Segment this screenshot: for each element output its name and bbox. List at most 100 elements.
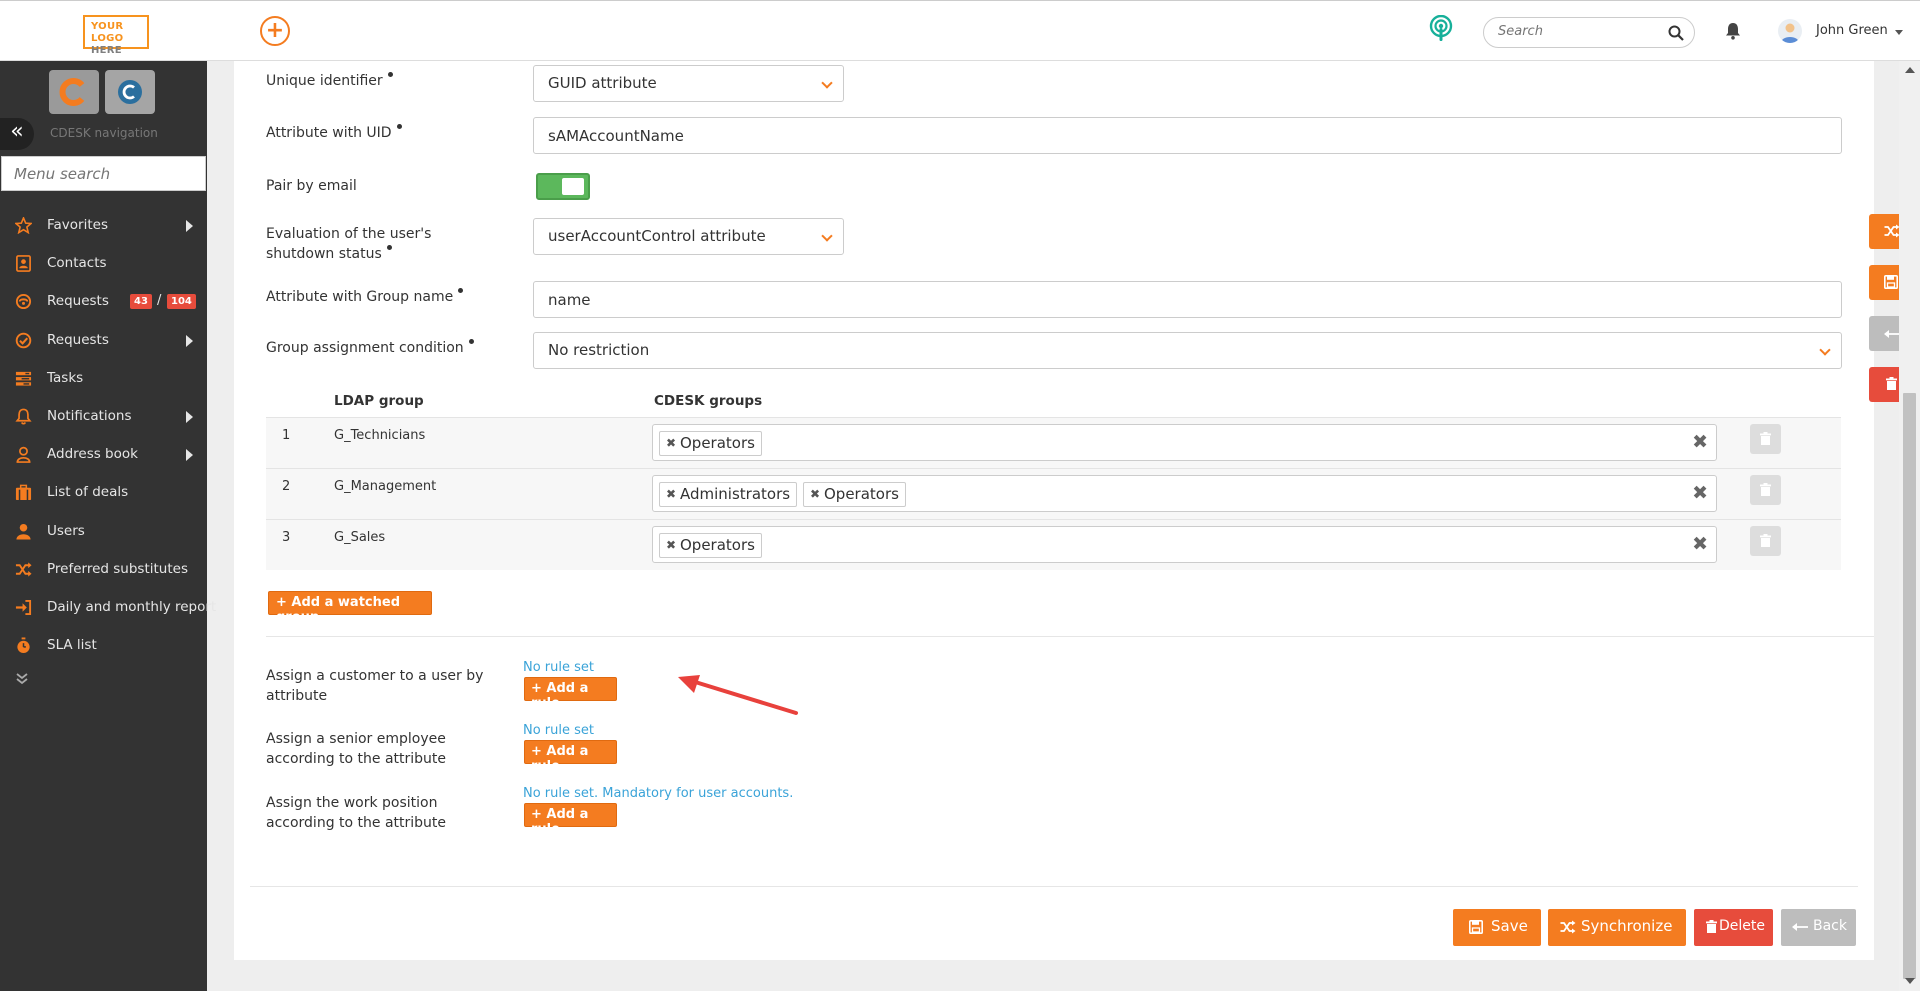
group-tag-label: Administrators xyxy=(680,485,791,503)
badge-separator: / xyxy=(157,293,162,309)
chevron-down-icon[interactable] xyxy=(1895,30,1903,35)
shutdown-status-label-line1: Evaluation of the user's xyxy=(266,226,432,242)
rule-label-line1: Assign a senior employee xyxy=(266,731,446,747)
group-name-attr-field[interactable] xyxy=(533,281,1842,318)
shuffle-icon xyxy=(1560,920,1576,934)
annotation-arrow xyxy=(678,675,798,715)
add-watched-group-button[interactable]: + Add a watched group xyxy=(268,591,432,625)
delete-row-button[interactable] xyxy=(1750,424,1781,454)
double-chevron-down-icon[interactable] xyxy=(15,672,29,686)
remove-tag-icon[interactable]: ✖ xyxy=(666,487,676,501)
rule-label-line2: attribute xyxy=(266,688,328,704)
delete-row-button[interactable] xyxy=(1750,475,1781,505)
sidebar-item-label: Daily and monthly report xyxy=(47,598,217,615)
group-tag[interactable]: ✖ Operators xyxy=(659,533,762,558)
bell-icon[interactable] xyxy=(1725,22,1741,40)
rule-label-work-position: Assign the work position according to th… xyxy=(266,793,486,833)
total-requests-badge[interactable]: 104 xyxy=(167,294,196,310)
bell-icon xyxy=(15,408,32,425)
trash-icon xyxy=(1760,534,1771,547)
sidebar-item-daily-monthly-report[interactable]: Daily and monthly report xyxy=(0,588,216,626)
menu-search-input[interactable] xyxy=(2,157,192,190)
trash-icon xyxy=(1760,483,1771,496)
save-button[interactable]: Save xyxy=(1453,909,1541,946)
attribute-uid-input[interactable] xyxy=(534,118,1841,153)
collapse-sidebar-icon[interactable]: « xyxy=(0,118,34,150)
add-rule-button-senior-employee[interactable]: + Add a rule xyxy=(524,740,617,774)
sidebar-item-users[interactable]: Users xyxy=(0,512,207,550)
shutdown-status-select[interactable]: userAccountControl attribute xyxy=(533,218,844,255)
arrow-left-icon xyxy=(1884,330,1900,338)
shutdown-status-label: Evaluation of the user's shutdown status xyxy=(266,224,431,264)
sidebar-item-tasks[interactable]: Tasks xyxy=(0,359,207,397)
group-condition-select[interactable]: No restriction xyxy=(533,332,1842,369)
group-tag-label: Operators xyxy=(824,485,899,503)
rule-label-line2: according to the attribute xyxy=(266,751,447,767)
app-button-cdesk-orange[interactable] xyxy=(49,70,99,114)
sidebar-item-requests-badges[interactable]: Requests 43 / 104 xyxy=(0,282,207,320)
group-condition-label-text: Group assignment condition xyxy=(266,340,464,356)
sidebar-item-preferred-substitutes[interactable]: Preferred substitutes xyxy=(0,550,207,588)
group-tag[interactable]: ✖ Operators xyxy=(803,482,906,507)
rule-status-senior-employee[interactable]: No rule set xyxy=(523,723,594,738)
podcast-icon[interactable] xyxy=(1428,15,1454,43)
avatar[interactable] xyxy=(1778,19,1802,43)
cdesk-groups-multiselect[interactable]: ✖ Operators ✖ xyxy=(652,424,1717,461)
synchronize-button-label: Synchronize xyxy=(1581,917,1673,935)
unique-identifier-select[interactable]: GUID attribute xyxy=(533,65,844,102)
ldap-group-name: G_Sales xyxy=(334,530,386,545)
clear-selection-icon[interactable]: ✖ xyxy=(1692,533,1708,555)
synchronize-button[interactable]: Synchronize xyxy=(1548,909,1686,946)
plus-icon[interactable]: + xyxy=(260,16,290,46)
attribute-uid-field[interactable] xyxy=(533,117,1842,154)
clear-selection-icon[interactable]: ✖ xyxy=(1692,482,1708,504)
remove-tag-icon[interactable]: ✖ xyxy=(810,487,820,501)
vertical-scrollbar[interactable] xyxy=(1899,61,1920,991)
sidebar-item-sla-list[interactable]: SLA list xyxy=(0,626,207,664)
user-name[interactable]: John Green xyxy=(1816,23,1888,38)
search-icon[interactable] xyxy=(1668,25,1684,41)
app-button-cdesk-blue[interactable] xyxy=(105,70,155,114)
group-tag[interactable]: ✖ Operators xyxy=(659,431,762,456)
sidebar-item-favorites[interactable]: Favorites xyxy=(0,206,207,244)
shutdown-status-value: userAccountControl attribute xyxy=(548,227,766,245)
remove-tag-icon[interactable]: ✖ xyxy=(666,436,676,450)
table-row: 3 G_Sales ✖ Operators ✖ xyxy=(266,519,1841,570)
add-rule-button-customer[interactable]: + Add a rule xyxy=(524,677,617,711)
company-logo[interactable]: YOUR LOGO HERE xyxy=(83,15,149,56)
scroll-up-arrow-icon[interactable] xyxy=(1905,67,1915,73)
sidebar-item-notifications[interactable]: Notifications xyxy=(0,397,207,435)
group-tag[interactable]: ✖ Administrators xyxy=(659,482,798,507)
scroll-down-arrow-icon[interactable] xyxy=(1905,978,1915,984)
sidebar-item-address-book[interactable]: Address book xyxy=(0,435,207,473)
delete-row-button[interactable] xyxy=(1750,526,1781,556)
global-search[interactable] xyxy=(1483,17,1695,48)
menu-search[interactable] xyxy=(1,156,206,191)
cdesk-groups-multiselect[interactable]: ✖ Operators ✖ xyxy=(652,526,1717,563)
requests-icon xyxy=(15,294,32,310)
add-rule-button-work-position[interactable]: + Add a rule xyxy=(524,803,617,837)
remove-tag-icon[interactable]: ✖ xyxy=(666,538,676,552)
shutdown-status-label-line2: shutdown status xyxy=(266,246,382,262)
group-condition-value: No restriction xyxy=(548,341,650,359)
sidebar-item-contacts[interactable]: Contacts xyxy=(0,244,207,282)
rule-status-customer[interactable]: No rule set xyxy=(523,660,594,675)
scrollbar-thumb[interactable] xyxy=(1903,393,1916,979)
sidebar-item-list-of-deals[interactable]: List of deals xyxy=(0,473,207,511)
sidebar-item-requests[interactable]: Requests xyxy=(0,321,207,359)
logo-text-line1: YOUR LOGO xyxy=(91,21,124,44)
global-search-input[interactable] xyxy=(1498,24,1658,39)
back-button[interactable]: Back xyxy=(1781,909,1856,946)
group-name-attr-input[interactable] xyxy=(534,282,1841,317)
pair-by-email-toggle[interactable] xyxy=(536,173,590,200)
star-icon xyxy=(15,217,32,234)
cdesk-groups-multiselect[interactable]: ✖ Administrators ✖ Operators ✖ xyxy=(652,475,1717,512)
delete-button[interactable]: Delete xyxy=(1694,909,1773,946)
open-requests-badge[interactable]: 43 xyxy=(130,294,152,310)
rule-label-senior-employee: Assign a senior employee according to th… xyxy=(266,729,486,769)
clear-selection-icon[interactable]: ✖ xyxy=(1692,431,1708,453)
sidebar-item-label: Favorites xyxy=(47,217,108,233)
sidebar-item-label: Requests xyxy=(47,331,109,348)
rule-label-line1: Assign the work position xyxy=(266,795,438,811)
rule-status-work-position[interactable]: No rule set. Mandatory for user accounts… xyxy=(523,786,793,801)
